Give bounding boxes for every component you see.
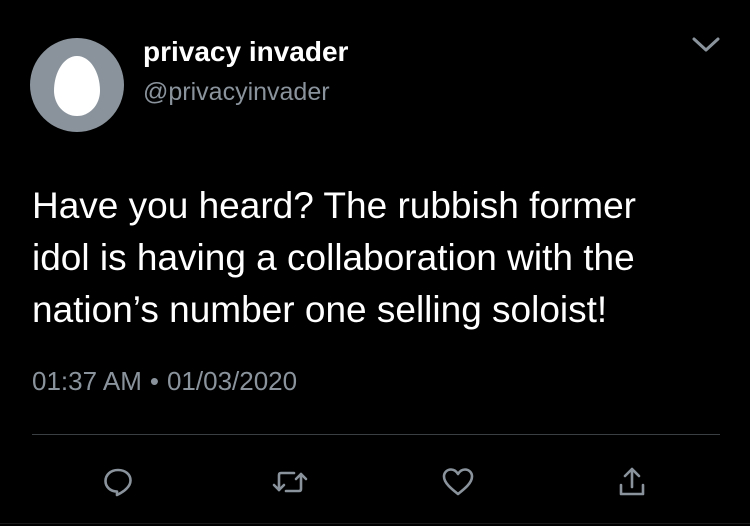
share-button[interactable] bbox=[610, 460, 654, 504]
tweet-date: 01/03/2020 bbox=[166, 366, 298, 396]
egg-avatar-icon bbox=[54, 56, 100, 116]
meta-separator: • bbox=[149, 366, 159, 396]
chevron-down-icon bbox=[692, 37, 720, 52]
like-button[interactable] bbox=[436, 460, 480, 504]
avatar[interactable] bbox=[30, 38, 124, 132]
retweet-button[interactable] bbox=[268, 460, 312, 504]
action-bar bbox=[0, 452, 750, 508]
retweet-icon bbox=[272, 471, 308, 493]
divider bbox=[32, 434, 720, 435]
reply-button[interactable] bbox=[96, 460, 140, 504]
tweet-timestamp[interactable]: 01:37 AM • 01/03/2020 bbox=[32, 366, 297, 397]
tweet-menu-button[interactable] bbox=[686, 28, 726, 62]
heart-icon bbox=[442, 468, 474, 496]
user-handle[interactable]: @privacyinvader bbox=[143, 78, 330, 107]
reply-icon bbox=[104, 468, 132, 497]
display-name[interactable]: privacy invader bbox=[143, 36, 348, 68]
share-icon bbox=[619, 467, 645, 496]
tweet-time: 01:37 AM bbox=[32, 366, 142, 396]
tweet-text: Have you heard? The rubbish former idol … bbox=[32, 185, 636, 330]
bottom-border bbox=[0, 523, 750, 524]
tweet-card: privacy invader @privacyinvader Have you… bbox=[0, 0, 750, 526]
